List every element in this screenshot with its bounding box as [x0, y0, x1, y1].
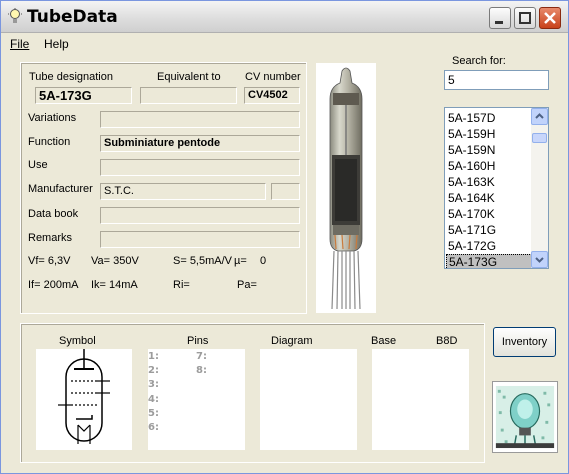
if-value: If= 200mA [28, 279, 79, 291]
list-item[interactable]: 5A-164K [446, 190, 532, 206]
pins-panel: 1: 2: 3: 4: 5: 6: 7: 8: [148, 349, 245, 450]
mu-value: 0 [260, 255, 267, 267]
scroll-down-button[interactable] [531, 251, 548, 268]
diagram-panel [260, 349, 357, 450]
scroll-up-button[interactable] [531, 108, 548, 125]
equivalent-label: Equivalent to [157, 71, 221, 83]
menu-help-label: Help [44, 37, 69, 51]
variations-label: Variations [28, 112, 77, 124]
remarks-field[interactable] [100, 231, 300, 248]
pin-number: 5: [148, 408, 159, 419]
va-value: Va= 350V [91, 255, 139, 267]
use-label: Use [28, 159, 48, 171]
inventory-button[interactable]: Inventory [493, 327, 556, 357]
cv-number-field[interactable]: CV4502 [244, 87, 300, 104]
pin-number: 7: [196, 351, 207, 362]
lightbulb-icon [8, 8, 22, 23]
data-book-label: Data book [28, 208, 79, 220]
scroll-thumb[interactable] [532, 133, 547, 143]
app-window: TubeData File Help Tube designation Equi… [0, 0, 569, 474]
base-value: B8D [436, 335, 458, 347]
search-input[interactable]: 5 [444, 70, 549, 90]
equivalent-field[interactable] [140, 87, 237, 104]
menu-file-label: File [10, 37, 30, 51]
pin-number: 6: [148, 422, 159, 433]
pin-number: 3: [148, 379, 159, 390]
vf-value: Vf= 6,3V [28, 255, 71, 267]
list-item[interactable]: 5A-160H [446, 158, 532, 174]
list-item[interactable]: 5A-172G [446, 238, 532, 254]
list-item[interactable]: 5A-159N [446, 142, 532, 158]
tubedata-logo [492, 381, 558, 453]
pins-label: Pins [187, 335, 209, 347]
function-field[interactable]: Subminiature pentode [100, 135, 300, 152]
pin-number: 1: [148, 351, 159, 362]
cv-number-label: CV number [245, 71, 301, 83]
diagram-label: Diagram [271, 335, 313, 347]
close-icon [544, 12, 556, 24]
results-list[interactable]: 5A-157D 5A-159H 5A-159N 5A-160H 5A-163K … [444, 107, 549, 269]
manufacturer-label: Manufacturer [28, 183, 93, 195]
minimize-button[interactable] [489, 7, 511, 29]
window-title: TubeData [27, 7, 118, 27]
menu-help[interactable]: Help [44, 37, 69, 51]
title-bar[interactable]: TubeData [1, 1, 568, 33]
close-button[interactable] [539, 7, 561, 29]
s-value: S= 5,5mA/V [173, 255, 233, 267]
list-scrollbar[interactable] [531, 108, 548, 268]
base-panel [372, 349, 469, 450]
tube-designation-label: Tube designation [29, 71, 113, 83]
chevron-up-icon [535, 113, 544, 119]
manufacturer-field[interactable]: S.T.C. [100, 183, 266, 200]
menu-file[interactable]: File [10, 37, 29, 51]
list-item-selected[interactable]: 5A-173G [446, 254, 532, 268]
manufacturer-extra-field[interactable] [271, 183, 300, 200]
list-item[interactable]: 5A-159H [446, 126, 532, 142]
symbol-label: Symbol [59, 335, 96, 347]
mu-label: µ= [234, 255, 247, 267]
variations-field[interactable] [100, 111, 300, 128]
tube-designation-field[interactable]: 5A-173G [35, 87, 132, 104]
base-label: Base [371, 335, 397, 347]
list-item[interactable]: 5A-171G [446, 222, 532, 238]
maximize-button[interactable] [514, 7, 536, 29]
pin-number: 8: [196, 365, 207, 376]
pa-value: Pa= [237, 279, 257, 291]
ri-value: Ri= [173, 279, 190, 291]
pin-number: 2: [148, 365, 159, 376]
ik-value: Ik= 14mA [91, 279, 138, 291]
minimize-icon [495, 21, 503, 24]
list-item[interactable]: 5A-170K [446, 206, 532, 222]
list-item[interactable]: 5A-157D [446, 110, 532, 126]
remarks-label: Remarks [28, 232, 73, 244]
chevron-down-icon [535, 257, 544, 263]
pin-number: 4: [148, 394, 159, 405]
data-book-field[interactable] [100, 207, 300, 224]
pentode-symbol [58, 349, 110, 444]
search-label: Search for: [452, 55, 506, 67]
symbol-panel [36, 349, 132, 450]
use-field[interactable] [100, 159, 300, 176]
list-item[interactable]: 5A-163K [446, 174, 532, 190]
menu-bar: File Help [1, 34, 568, 54]
tube-photo [316, 63, 376, 313]
function-label: Function [28, 136, 71, 148]
maximize-icon [519, 12, 531, 24]
